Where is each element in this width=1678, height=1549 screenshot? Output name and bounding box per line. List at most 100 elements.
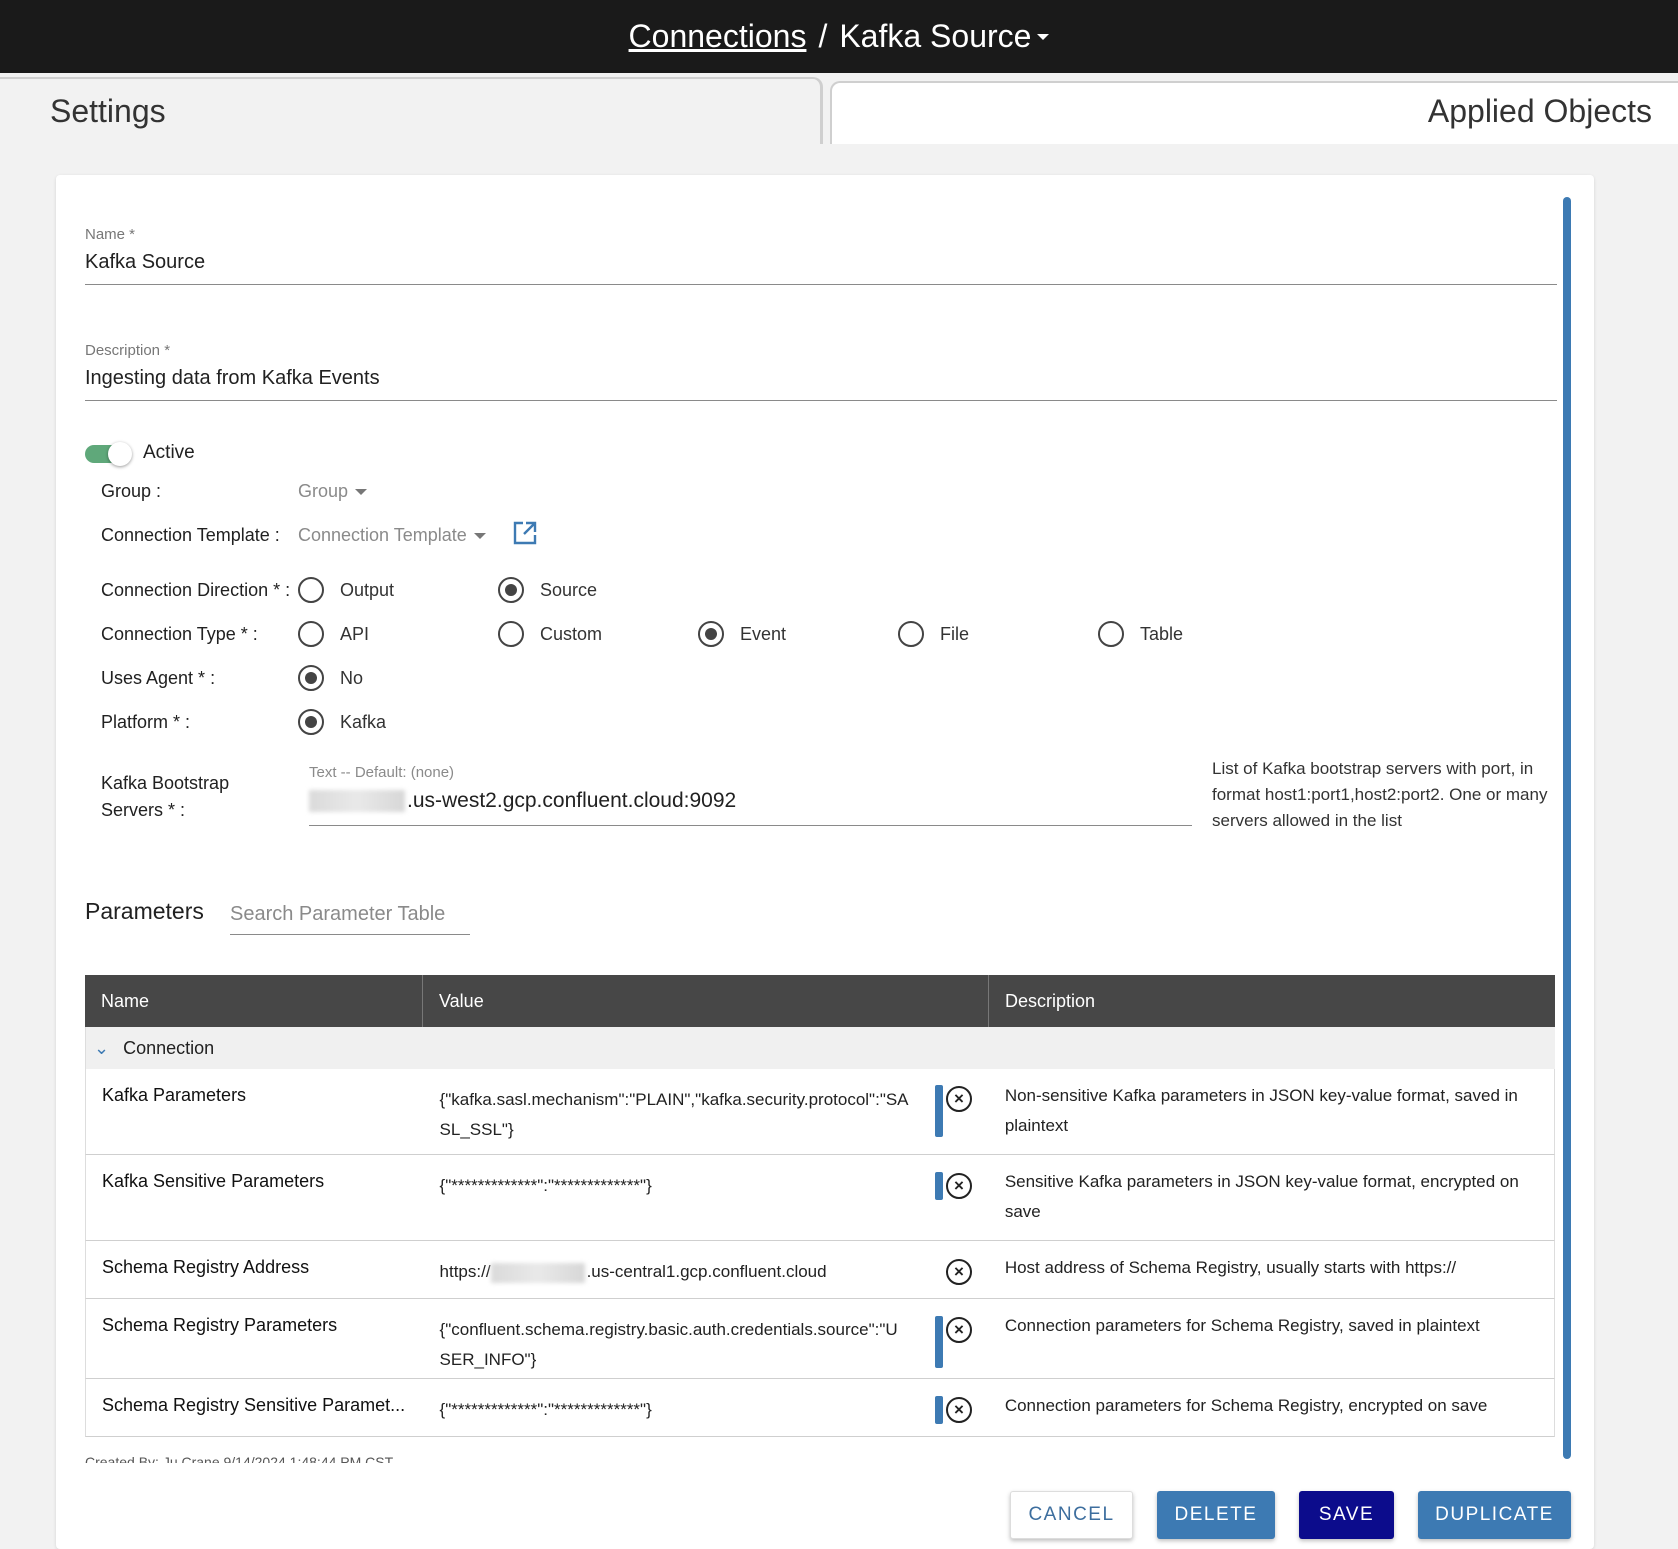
radio-direction-output[interactable]: Output <box>298 577 394 603</box>
cancel-button[interactable]: CANCEL <box>1010 1491 1133 1539</box>
table-row[interactable]: Schema Registry Address https:// .us-cent… <box>85 1241 1555 1299</box>
breadcrumb-separator: / <box>818 18 828 54</box>
tab-settings[interactable]: Settings <box>0 77 823 144</box>
active-label: Active <box>143 442 195 463</box>
delete-button[interactable]: DELETE <box>1157 1491 1275 1539</box>
created-by-text: Created By: Ju Crane 9/14/2024 1:48:44 P… <box>85 1455 394 1463</box>
param-name: Schema Registry Parameters <box>102 1315 338 1335</box>
radio-type-table[interactable]: Table <box>1098 621 1183 647</box>
param-name: Schema Registry Address <box>102 1257 310 1277</box>
description-field[interactable]: Description * Ingesting data from Kafka … <box>85 342 1557 401</box>
group-select[interactable]: Group <box>298 481 368 502</box>
table-row[interactable]: Schema Registry Sensitive Paramet... {"*… <box>85 1379 1555 1437</box>
open-external-icon[interactable] <box>512 520 538 546</box>
bootstrap-value-text: .us-west2.gcp.confluent.cloud:9092 <box>407 789 737 812</box>
table-row[interactable]: Kafka Sensitive Parameters {"***********… <box>85 1155 1555 1241</box>
bootstrap-servers-field[interactable]: Text -- Default: (none) .us-west2.gcp.co… <box>309 764 1192 826</box>
radio-circle-selected <box>498 577 524 603</box>
radio-circle <box>298 621 324 647</box>
chevron-down-icon[interactable]: ⌄ <box>94 1038 109 1059</box>
tab-applied-objects-label: Applied Objects <box>1427 93 1652 129</box>
radio-label: Event <box>740 623 787 644</box>
top-bar: Connections / Kafka Source <box>0 0 1678 73</box>
param-value[interactable]: {"*************":"*************"} <box>424 1379 989 1436</box>
radio-type-custom[interactable]: Custom <box>498 621 602 647</box>
radio-type-file[interactable]: File <box>898 621 969 647</box>
param-value[interactable]: {"*************":"*************"} <box>424 1155 989 1240</box>
breadcrumb-current[interactable]: Kafka Source <box>839 18 1031 55</box>
column-header-description[interactable]: Description <box>989 975 1555 1027</box>
radio-agent-no[interactable]: No <box>298 665 363 691</box>
column-header-name[interactable]: Name <box>85 975 423 1027</box>
clear-icon[interactable]: × <box>946 1317 972 1343</box>
clear-icon[interactable]: × <box>946 1397 972 1423</box>
name-value[interactable]: Kafka Source <box>85 251 1557 284</box>
radio-label: Custom <box>540 623 603 644</box>
group-label: Group : <box>101 481 162 501</box>
resize-handle[interactable] <box>935 1316 943 1368</box>
bootstrap-help-text: List of Kafka bootstrap servers with por… <box>1212 759 1548 830</box>
type-label: Connection Type * : <box>101 624 258 644</box>
bootstrap-label-line2: Servers * : <box>101 800 186 820</box>
group-row-connection[interactable]: ⌄ Connection <box>85 1027 1555 1069</box>
resize-handle[interactable] <box>935 1085 943 1137</box>
clear-icon[interactable]: × <box>946 1259 972 1285</box>
radio-label: File <box>940 623 970 644</box>
resize-handle[interactable] <box>935 1396 943 1424</box>
param-description: Sensitive Kafka parameters in JSON key-v… <box>1004 1172 1519 1221</box>
duplicate-button[interactable]: DUPLICATE <box>1418 1491 1571 1539</box>
clear-icon[interactable]: × <box>946 1086 972 1112</box>
bootstrap-label: Kafka Bootstrap Servers * : <box>101 770 229 824</box>
group-label: Connection <box>123 1037 215 1058</box>
save-button[interactable]: SAVE <box>1299 1491 1394 1539</box>
chevron-down-icon[interactable] <box>1037 33 1050 40</box>
redacted-text <box>490 1262 585 1283</box>
bootstrap-value[interactable]: .us-west2.gcp.confluent.cloud:9092 <box>309 789 1192 825</box>
radio-circle <box>1098 621 1124 647</box>
active-toggle[interactable] <box>85 442 132 466</box>
radio-label: Output <box>340 579 395 600</box>
radio-label: API <box>340 623 370 644</box>
param-name: Kafka Parameters <box>102 1085 247 1105</box>
group-select-value: Group <box>298 481 349 501</box>
description-label: Description * <box>85 342 171 359</box>
tab-settings-label: Settings <box>50 93 166 129</box>
platform-label: Platform * : <box>101 712 191 732</box>
param-description: Connection parameters for Schema Registr… <box>1004 1316 1480 1335</box>
agent-label: Uses Agent * : <box>101 668 216 688</box>
table-row[interactable]: Schema Registry Parameters {"confluent.s… <box>85 1299 1555 1379</box>
radio-label: No <box>340 667 364 688</box>
table-header: Name Value Description <box>85 975 1555 1027</box>
scrollbar[interactable] <box>1563 197 1571 1459</box>
column-header-value[interactable]: Value <box>423 975 989 1027</box>
radio-circle-selected <box>298 665 324 691</box>
param-description: Host address of Schema Registry, usually… <box>1004 1258 1457 1277</box>
chevron-down-icon <box>355 489 368 496</box>
param-value[interactable]: {"kafka.sasl.mechanism":"PLAIN","kafka.s… <box>424 1069 989 1154</box>
param-description: Non-sensitive Kafka parameters in JSON k… <box>1004 1086 1518 1135</box>
radio-type-event[interactable]: Event <box>698 621 786 647</box>
tab-applied-objects[interactable]: Applied Objects <box>830 81 1678 144</box>
template-select[interactable]: Connection Template <box>298 525 486 546</box>
radio-platform-kafka[interactable]: Kafka <box>298 709 386 735</box>
parameters-title: Parameters <box>85 898 204 924</box>
radio-label: Kafka <box>340 711 387 732</box>
param-name: Schema Registry Sensitive Paramet... <box>102 1395 406 1415</box>
param-value[interactable]: https:// .us-central1.gcp.confluent.cloud <box>424 1241 989 1298</box>
template-label: Connection Template : <box>101 525 280 545</box>
param-value-suffix: .us-central1.gcp.confluent.cloud <box>586 1262 827 1281</box>
param-description: Connection parameters for Schema Registr… <box>1004 1396 1488 1415</box>
parameters-table: Name Value Description ⌄ Connection Kafk… <box>85 975 1555 1437</box>
parameter-search-input[interactable]: Search Parameter Table <box>230 903 470 935</box>
radio-type-api[interactable]: API <box>298 621 369 647</box>
radio-circle <box>498 621 524 647</box>
description-value[interactable]: Ingesting data from Kafka Events <box>85 367 1557 400</box>
name-field[interactable]: Name * Kafka Source <box>85 226 1557 285</box>
table-row[interactable]: Kafka Parameters {"kafka.sasl.mechanism"… <box>85 1069 1555 1155</box>
param-value[interactable]: {"confluent.schema.registry.basic.auth.c… <box>424 1299 989 1378</box>
breadcrumb-connections-link[interactable]: Connections <box>629 18 807 55</box>
clear-icon[interactable]: × <box>946 1173 972 1199</box>
radio-direction-source[interactable]: Source <box>498 577 597 603</box>
radio-label: Table <box>1140 623 1184 644</box>
resize-handle[interactable] <box>935 1172 943 1200</box>
